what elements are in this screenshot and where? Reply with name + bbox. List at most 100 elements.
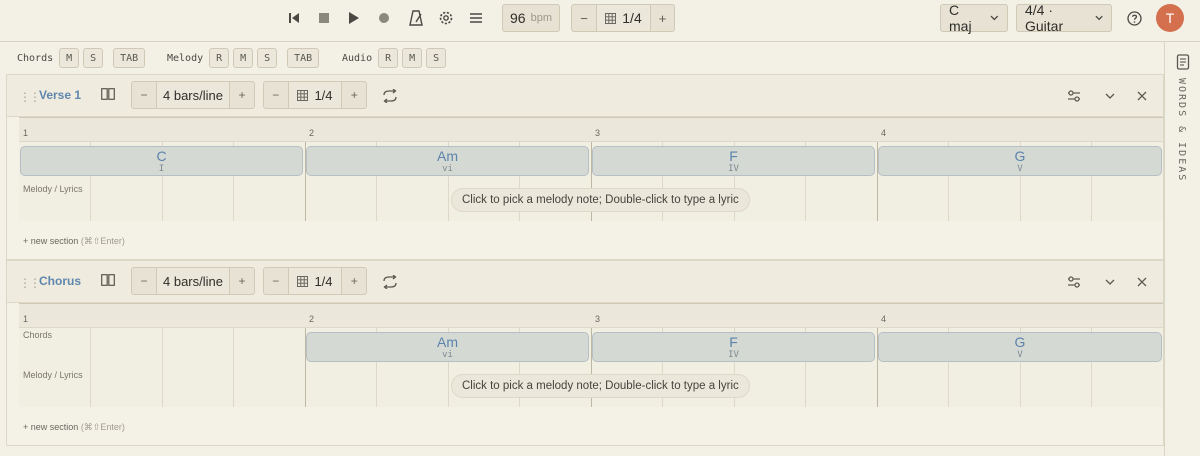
tempo-value: 96 <box>510 10 526 26</box>
bar-number: 2 <box>309 128 315 138</box>
new-section-label: + new section <box>23 422 79 432</box>
section-verse-1: ⋮⋮ Verse 1 − 4 bars/line + − 1/4 + 1 2 3… <box>6 74 1164 260</box>
bar-grid[interactable]: 1 2 3 4 C I Am vi F IV G V Melody / Lyri… <box>19 117 1163 221</box>
gear-icon[interactable] <box>433 8 459 28</box>
chord-block[interactable]: G V <box>878 332 1162 362</box>
words-ideas-sidebar[interactable]: WORDS & IDEAS <box>1164 42 1200 456</box>
section-grid-value: 1/4 <box>314 273 333 289</box>
section-chorus: ⋮⋮ Chorus − 4 bars/line + − 1/4 + 1 2 3 … <box>6 260 1164 446</box>
mute-button[interactable]: M <box>59 48 80 68</box>
stop-icon[interactable] <box>311 8 337 28</box>
chord-roman-numeral: V <box>1017 163 1023 174</box>
bars-decrease-button[interactable]: − <box>132 82 156 108</box>
chord-name: C <box>156 147 167 164</box>
bars-decrease-button[interactable]: − <box>132 268 156 294</box>
grid-decrease-button[interactable]: − <box>264 268 288 294</box>
loop-icon[interactable] <box>381 273 399 291</box>
section-name[interactable]: Chorus <box>39 274 81 288</box>
tempo-field[interactable]: 96 bpm <box>502 4 560 32</box>
chord-block[interactable]: G V <box>878 146 1162 176</box>
chord-roman-numeral: vi <box>442 349 453 360</box>
bars-per-line-stepper: − 4 bars/line + <box>131 81 255 109</box>
new-section-button[interactable]: + new section (⌘⇧Enter) <box>23 422 125 433</box>
record-icon[interactable] <box>371 8 397 28</box>
chord-name: Am <box>437 147 458 164</box>
key-select[interactable]: C maj <box>940 2 1008 34</box>
chord-roman-numeral: IV <box>728 163 739 174</box>
track-controls-row: Chords M S TAB Melody R M S TAB Audio R … <box>0 42 1164 74</box>
section-name[interactable]: Verse 1 <box>39 88 81 102</box>
track-chords: Chords M S TAB <box>17 48 149 68</box>
chord-name: F <box>729 147 738 164</box>
metronome-icon[interactable] <box>403 8 429 28</box>
section-grid-display: 1/4 <box>287 82 343 108</box>
menu-icon[interactable] <box>463 8 489 28</box>
grid-resolution-value: 1/4 <box>622 10 642 26</box>
grid-icon <box>297 89 309 101</box>
chevron-down-icon[interactable] <box>1101 87 1119 105</box>
chevron-down-icon[interactable] <box>1101 273 1119 291</box>
chord-block[interactable]: Am vi <box>306 332 589 362</box>
grid-decrease-button[interactable]: − <box>264 82 288 108</box>
sliders-icon[interactable] <box>1065 273 1083 291</box>
chevron-down-icon <box>990 15 999 21</box>
drag-handle-icon[interactable]: ⋮⋮ <box>19 90 41 104</box>
chord-block[interactable]: C I <box>20 146 303 176</box>
close-icon[interactable] <box>1133 273 1151 291</box>
solo-button[interactable]: S <box>257 48 278 68</box>
meter-instrument-select[interactable]: 4/4 · Guitar <box>1016 2 1112 34</box>
chord-block[interactable]: Am vi <box>306 146 589 176</box>
melody-row-label: Melody / Lyrics <box>23 184 83 194</box>
grid-increase-button[interactable]: + <box>342 268 366 294</box>
chord-roman-numeral: vi <box>442 163 453 174</box>
record-arm-button[interactable]: R <box>209 48 230 68</box>
sidebar-label: WORDS & IDEAS <box>1176 78 1187 183</box>
solo-button[interactable]: S <box>83 48 104 68</box>
notebook-icon[interactable] <box>1176 54 1190 70</box>
new-section-shortcut: (⌘⇧Enter) <box>80 236 125 246</box>
close-icon[interactable] <box>1133 87 1151 105</box>
bar-ruler <box>19 118 1163 142</box>
bar-ruler <box>19 304 1163 328</box>
grid-increase-button[interactable]: + <box>651 5 674 31</box>
melody-row-label: Melody / Lyrics <box>23 370 83 380</box>
chord-block[interactable]: F IV <box>592 146 875 176</box>
section-grid-display: 1/4 <box>287 268 343 294</box>
sliders-icon[interactable] <box>1065 87 1083 105</box>
chord-roman-numeral: IV <box>728 349 739 360</box>
track-label: Audio <box>342 52 373 64</box>
layout-toggle-icon[interactable] <box>101 88 115 100</box>
bar-number: 1 <box>23 314 29 324</box>
loop-icon[interactable] <box>381 87 399 105</box>
drag-handle-icon[interactable]: ⋮⋮ <box>19 276 41 290</box>
mute-button[interactable]: M <box>402 48 423 68</box>
chord-roman-numeral: I <box>158 163 165 174</box>
chord-block[interactable]: F IV <box>592 332 875 362</box>
help-icon[interactable] <box>1121 8 1147 28</box>
bar-number: 2 <box>309 314 315 324</box>
bars-increase-button[interactable]: + <box>230 268 254 294</box>
chord-roman-numeral: V <box>1017 349 1023 360</box>
top-toolbar: 96 bpm − 1/4 + C maj 4/4 · Guitar T <box>0 0 1200 42</box>
grid-decrease-button[interactable]: − <box>572 5 596 31</box>
record-arm-button[interactable]: R <box>378 48 399 68</box>
solo-button[interactable]: S <box>426 48 447 68</box>
new-section-button[interactable]: + new section (⌘⇧Enter) <box>23 236 125 247</box>
new-section-shortcut: (⌘⇧Enter) <box>80 422 125 432</box>
skip-to-start-icon[interactable] <box>281 8 307 28</box>
bars-per-line-value: 4 bars/line <box>156 82 230 108</box>
mute-button[interactable]: M <box>233 48 254 68</box>
avatar[interactable]: T <box>1156 4 1184 32</box>
play-icon[interactable] <box>341 8 367 28</box>
bar-grid[interactable]: 1 2 3 4 Chords Am vi F IV G V Melody / L… <box>19 303 1163 407</box>
tab-button[interactable]: TAB <box>113 48 146 68</box>
tab-button[interactable]: TAB <box>287 48 320 68</box>
grid-increase-button[interactable]: + <box>342 82 366 108</box>
layout-toggle-icon[interactable] <box>101 274 115 286</box>
melody-hint: Click to pick a melody note; Double-clic… <box>451 188 750 212</box>
chord-name: G <box>1014 147 1026 164</box>
bars-increase-button[interactable]: + <box>230 82 254 108</box>
new-section-label: + new section <box>23 236 79 246</box>
section-grid-stepper: − 1/4 + <box>263 81 367 109</box>
bar-number: 4 <box>881 128 887 138</box>
